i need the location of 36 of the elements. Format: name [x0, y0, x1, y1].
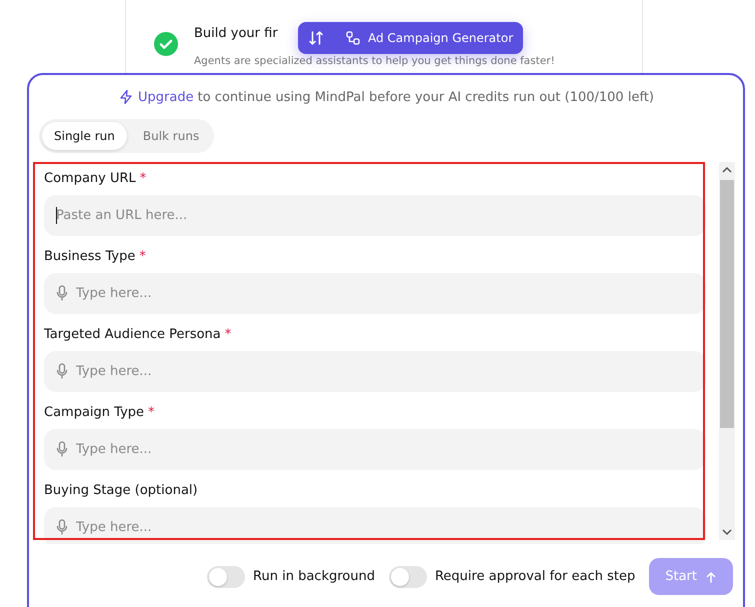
field-label: Company URL — [44, 170, 136, 186]
input-field[interactable]: Type here... — [44, 273, 706, 314]
workflow-icon — [346, 31, 360, 45]
microphone-icon[interactable] — [56, 363, 68, 379]
microphone-icon[interactable] — [56, 519, 68, 535]
input-field[interactable]: Type here... — [44, 507, 706, 544]
microphone-icon[interactable] — [56, 441, 68, 457]
option-label: Require approval for each step — [434, 569, 636, 584]
scroll-up-icon[interactable] — [722, 166, 732, 174]
field-label: Targeted Audience Persona — [44, 326, 221, 342]
field-label: Buying Stage (optional) — [44, 482, 198, 498]
option-label: Run in background — [253, 569, 375, 584]
field-label: Business Type — [44, 248, 136, 264]
agent-name: Ad Campaign Generator — [368, 31, 514, 45]
card-title: Build your fir — [194, 26, 278, 41]
required-mark: * — [148, 404, 155, 420]
required-mark: * — [140, 170, 146, 186]
input-field[interactable]: Paste an URL here... — [44, 195, 706, 236]
toggle-switch[interactable] — [207, 566, 246, 588]
input-field[interactable]: Type here... — [44, 351, 706, 392]
toggle-switch[interactable] — [388, 566, 427, 588]
swap-icon[interactable] — [308, 30, 324, 46]
microphone-icon[interactable] — [56, 285, 68, 301]
credits-notice: to continue using MindPal before your AI credits run out (100/100 left) — [198, 90, 654, 104]
card-subtitle: Agents are specialized assistants to help you get things done faster! — [194, 55, 555, 67]
lightning-icon — [118, 89, 134, 105]
input-field[interactable]: Type here... — [44, 429, 706, 470]
upgrade-link[interactable]: Upgrade — [138, 90, 194, 104]
mode-tab[interactable]: Bulk runs — [130, 122, 212, 150]
mode-tab[interactable]: Single run — [42, 122, 127, 150]
required-mark: * — [139, 248, 146, 264]
arrow-up-icon — [705, 570, 717, 582]
required-mark: * — [224, 326, 232, 342]
scroll-down-icon[interactable] — [722, 528, 732, 536]
field-label: Campaign Type — [44, 404, 144, 420]
scrollbar[interactable] — [719, 162, 735, 540]
